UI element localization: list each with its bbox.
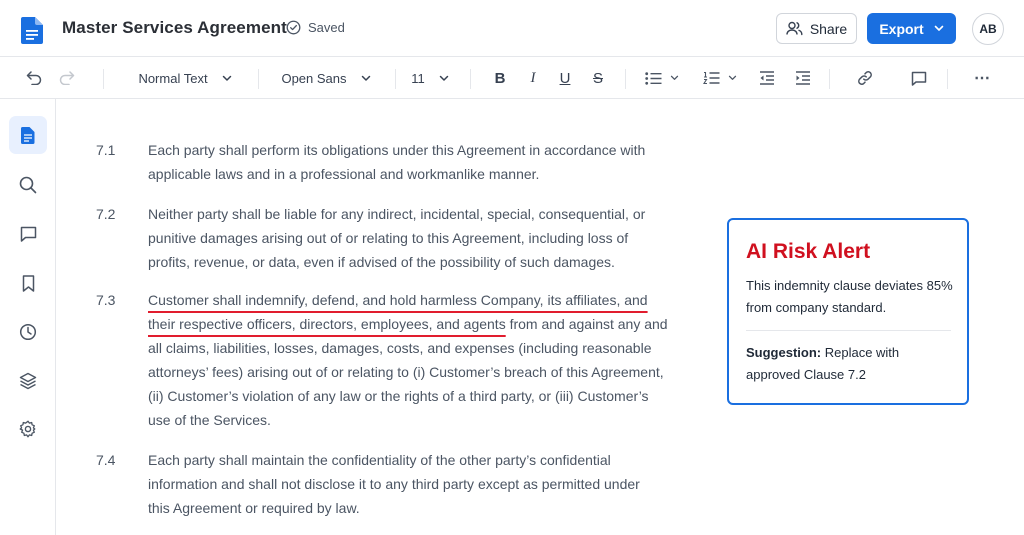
link-icon xyxy=(858,71,872,85)
clock-icon xyxy=(19,323,37,341)
numbered-list-icon xyxy=(703,71,720,85)
ai-risk-alert-card[interactable]: AI Risk Alert This indemnity clause devi… xyxy=(727,218,969,405)
font-family-value: Open Sans xyxy=(281,70,347,86)
save-status: Saved xyxy=(286,20,345,35)
font-family-select[interactable]: Open Sans xyxy=(272,57,380,99)
clause-text[interactable]: Neither party shall be liable for any in… xyxy=(148,202,676,274)
sidebar-item-search[interactable] xyxy=(9,166,47,204)
alert-suggestion: Suggestion: Replace with approved Clause… xyxy=(746,342,956,386)
chevron-down-icon xyxy=(728,75,737,80)
clause-line: Each party shall perform its obligations… xyxy=(148,142,646,158)
clause-line: information and shall not disclose it to… xyxy=(148,476,640,492)
flagged-text[interactable]: their respective officers, directors, em… xyxy=(148,316,506,332)
clause-line: all claims, liabilities, losses, damages… xyxy=(148,340,652,356)
sidebar-item-history[interactable] xyxy=(9,313,47,351)
underline-button[interactable]: U xyxy=(553,57,577,99)
comment-icon xyxy=(911,71,927,86)
toolbar-divider xyxy=(258,69,259,89)
alert-message: This indemnity clause deviates 85% from … xyxy=(746,278,953,315)
text-style-value: Normal Text xyxy=(138,70,208,86)
clause-line: Each party shall maintain the confidenti… xyxy=(148,452,611,468)
clause-line: this Agreement or required by law. xyxy=(148,500,360,516)
outdent-icon xyxy=(760,71,774,85)
sidebar-item-settings[interactable] xyxy=(9,410,47,448)
chevron-down-icon xyxy=(934,25,943,31)
clause-line: profits, revenue, or data, even if advis… xyxy=(148,254,615,270)
bullet-list-button[interactable] xyxy=(640,57,684,99)
bold-button[interactable]: B xyxy=(488,57,512,99)
chevron-down-icon xyxy=(361,75,370,81)
clause-line: attorneys’ fees) arising out of or relat… xyxy=(148,364,664,380)
top-bar: Master Services Agreement Saved Share Ex… xyxy=(0,0,1024,57)
insert-link-button[interactable] xyxy=(853,57,877,99)
more-options-button[interactable]: ⋯ xyxy=(970,57,994,99)
formatting-toolbar: Normal Text Open Sans 11 B I U S ⋯ xyxy=(0,57,1024,99)
search-icon xyxy=(19,176,37,194)
document-logo-icon xyxy=(21,17,43,44)
check-circle-icon xyxy=(286,20,301,35)
clause-text[interactable]: Each party shall maintain the confidenti… xyxy=(148,448,676,520)
flagged-text[interactable]: Customer shall indemnify, defend, and ho… xyxy=(148,288,676,312)
clause-number: 7.3 xyxy=(96,292,116,308)
numbered-list-button[interactable] xyxy=(698,57,742,99)
toolbar-divider xyxy=(947,69,948,89)
suggestion-label: Suggestion: xyxy=(746,345,822,360)
toolbar-divider xyxy=(103,69,104,89)
clause-line: use of the Services. xyxy=(148,412,271,428)
clause-line: punitive damages arising out of or relat… xyxy=(148,230,629,246)
sidebar-item-comments[interactable] xyxy=(9,215,47,253)
alert-title: AI Risk Alert xyxy=(746,240,871,263)
toolbar-divider xyxy=(625,69,626,89)
user-avatar[interactable]: AB xyxy=(972,13,1004,45)
decrease-indent-button[interactable] xyxy=(755,57,779,99)
clause-text[interactable]: Each party shall perform its obligations… xyxy=(148,138,676,186)
font-size-value: 11 xyxy=(411,70,425,86)
bullet-list-icon xyxy=(645,71,662,85)
clause-line: applicable laws and in a professional an… xyxy=(148,166,540,182)
clause-line: (ii) Customer’s violation of any law or … xyxy=(148,388,649,404)
add-comment-button[interactable] xyxy=(907,57,931,99)
document-icon xyxy=(21,126,35,144)
gear-icon xyxy=(19,420,36,438)
layers-icon xyxy=(19,372,37,390)
share-label: Share xyxy=(809,20,848,37)
clause-text[interactable]: Customer shall indemnify, defend, and ho… xyxy=(148,288,676,432)
sidebar-item-layers[interactable] xyxy=(9,362,47,400)
chevron-down-icon xyxy=(670,75,679,80)
export-label: Export xyxy=(879,20,924,37)
left-sidebar xyxy=(0,99,56,535)
share-button[interactable]: Share xyxy=(776,13,857,44)
toolbar-divider xyxy=(470,69,471,89)
strikethrough-button[interactable]: S xyxy=(586,57,610,99)
clause-line: Neither party shall be liable for any in… xyxy=(148,206,646,222)
redo-button[interactable] xyxy=(55,57,79,99)
redo-icon xyxy=(59,71,75,85)
export-button[interactable]: Export xyxy=(867,13,956,44)
chevron-down-icon xyxy=(439,75,448,81)
indent-icon xyxy=(796,71,810,85)
increase-indent-button[interactable] xyxy=(791,57,815,99)
chevron-down-icon xyxy=(222,75,231,81)
undo-button[interactable] xyxy=(22,57,46,99)
clause-line: from and against any and xyxy=(505,316,668,332)
alert-divider xyxy=(746,330,951,331)
saved-label: Saved xyxy=(308,20,345,35)
clause-number: 7.1 xyxy=(96,142,116,158)
italic-button[interactable]: I xyxy=(521,57,545,99)
clause-number: 7.4 xyxy=(96,452,116,468)
sidebar-item-document[interactable] xyxy=(9,116,47,154)
undo-icon xyxy=(26,71,42,85)
clause-number: 7.2 xyxy=(96,206,116,222)
bookmark-icon xyxy=(22,274,34,292)
text-style-select[interactable]: Normal Text xyxy=(126,57,244,99)
users-icon xyxy=(786,21,803,36)
toolbar-divider xyxy=(829,69,830,89)
toolbar-divider xyxy=(395,69,396,89)
sidebar-item-bookmarks[interactable] xyxy=(9,264,47,302)
font-size-select[interactable]: 11 xyxy=(404,57,456,99)
document-title[interactable]: Master Services Agreement xyxy=(62,18,287,38)
comment-icon xyxy=(20,226,36,242)
